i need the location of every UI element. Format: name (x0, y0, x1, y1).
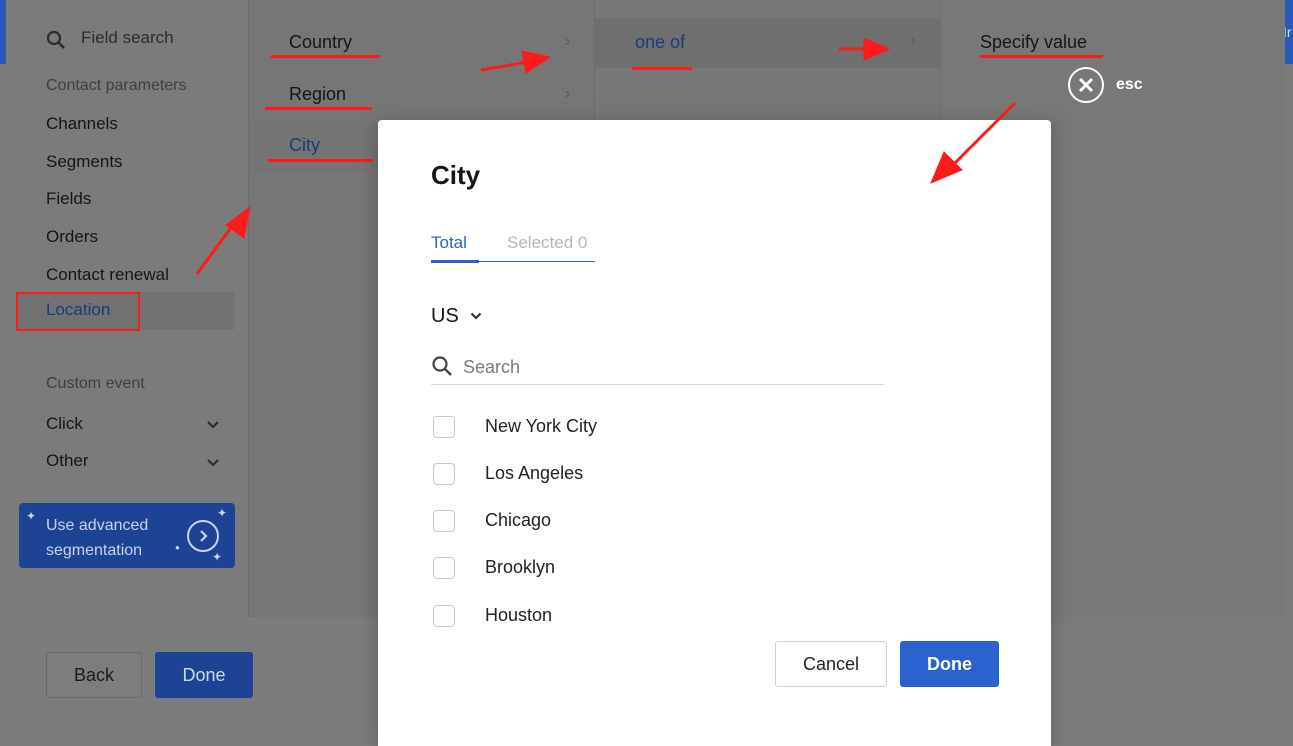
city-label: Houston (485, 605, 553, 625)
search-underline (431, 384, 884, 385)
chevron-right-icon: › (565, 85, 571, 102)
advanced-line-1: Use advanced (46, 517, 149, 534)
chevron-right-icon: › (565, 33, 571, 50)
checkbox[interactable] (433, 557, 455, 579)
chevron-down-icon[interactable] (206, 420, 220, 430)
checkbox[interactable] (433, 605, 455, 627)
sidebar-item-contact-renewal[interactable]: Contact renewal (46, 265, 169, 285)
sparkle-icon: ✦ (212, 550, 223, 564)
list-item[interactable]: Chicago (431, 508, 831, 534)
section-custom-event: Custom event (46, 375, 145, 392)
list-item[interactable]: Houston (431, 603, 831, 629)
city-label: Chicago (485, 510, 552, 530)
attribute-item-country[interactable]: Country (289, 32, 352, 53)
list-item[interactable]: New York City (431, 414, 831, 440)
done-button[interactable]: Done (155, 652, 253, 698)
arrow-right-circle-icon (187, 520, 219, 552)
advanced-segmentation-button[interactable]: ✦ Use advanced segmentation ✦ ✦ ● (19, 503, 235, 568)
specify-value-label: Specify value (980, 32, 1088, 52)
sparkle-icon: ✦ (217, 506, 228, 520)
operator-item-one-of[interactable]: one of (635, 32, 685, 53)
attribute-item-city[interactable]: City (289, 135, 320, 156)
cancel-button[interactable]: Cancel (775, 641, 887, 687)
chevron-down-icon[interactable] (470, 312, 482, 320)
sparkle-icon: ✦ (26, 509, 37, 523)
city-label: New York City (485, 416, 598, 436)
chevron-down-icon[interactable] (206, 458, 220, 468)
section-contact-parameters: Contact parameters (46, 77, 187, 94)
column-divider (248, 0, 249, 617)
sidebar-item-segments[interactable]: Segments (46, 152, 123, 172)
sparkle-icon: ● (175, 543, 180, 552)
sidebar-item-orders[interactable]: Orders (46, 227, 98, 247)
search-icon[interactable] (46, 30, 66, 50)
city-modal: City Total Selected 0 US New York City L… (378, 120, 1051, 746)
annotation-underline (980, 55, 1103, 58)
list-item[interactable]: Brooklyn (431, 555, 831, 581)
sidebar-item-fields[interactable]: Fields (46, 189, 91, 209)
annotation-underline (632, 67, 692, 70)
attribute-item-region[interactable]: Region (289, 84, 346, 105)
back-button[interactable]: Back (46, 652, 142, 698)
search-icon (432, 356, 452, 376)
sidebar-item-click[interactable]: Click (46, 414, 83, 434)
annotation-underline (271, 55, 380, 58)
list-item[interactable]: Los Angeles (431, 461, 831, 487)
checkbox[interactable] (433, 463, 455, 485)
tab-active-indicator (431, 260, 479, 263)
city-label: Los Angeles (485, 463, 584, 483)
modal-title: City (431, 160, 481, 190)
tab-selected[interactable]: Selected 0 (507, 233, 587, 253)
modal-done-button[interactable]: Done (900, 641, 999, 687)
checkbox[interactable] (433, 510, 455, 532)
advanced-segmentation-label: Use advanced segmentation (46, 513, 148, 563)
close-icon[interactable] (1068, 67, 1104, 103)
annotation-highlight-box (16, 292, 140, 331)
sidebar-item-other[interactable]: Other (46, 451, 89, 471)
country-select[interactable]: US (431, 305, 459, 328)
esc-label: esc (1116, 76, 1143, 93)
field-search-input[interactable]: Field search (81, 28, 174, 48)
sidebar-item-channels[interactable]: Channels (46, 114, 118, 134)
tab-total[interactable]: Total (431, 233, 467, 253)
annotation-underline (268, 159, 373, 162)
advanced-line-2: segmentation (46, 542, 143, 559)
chevron-right-icon: › (910, 32, 916, 49)
annotation-underline (265, 107, 372, 110)
checkbox[interactable] (433, 416, 455, 438)
city-search-input[interactable] (463, 353, 883, 381)
city-label: Brooklyn (485, 557, 556, 577)
